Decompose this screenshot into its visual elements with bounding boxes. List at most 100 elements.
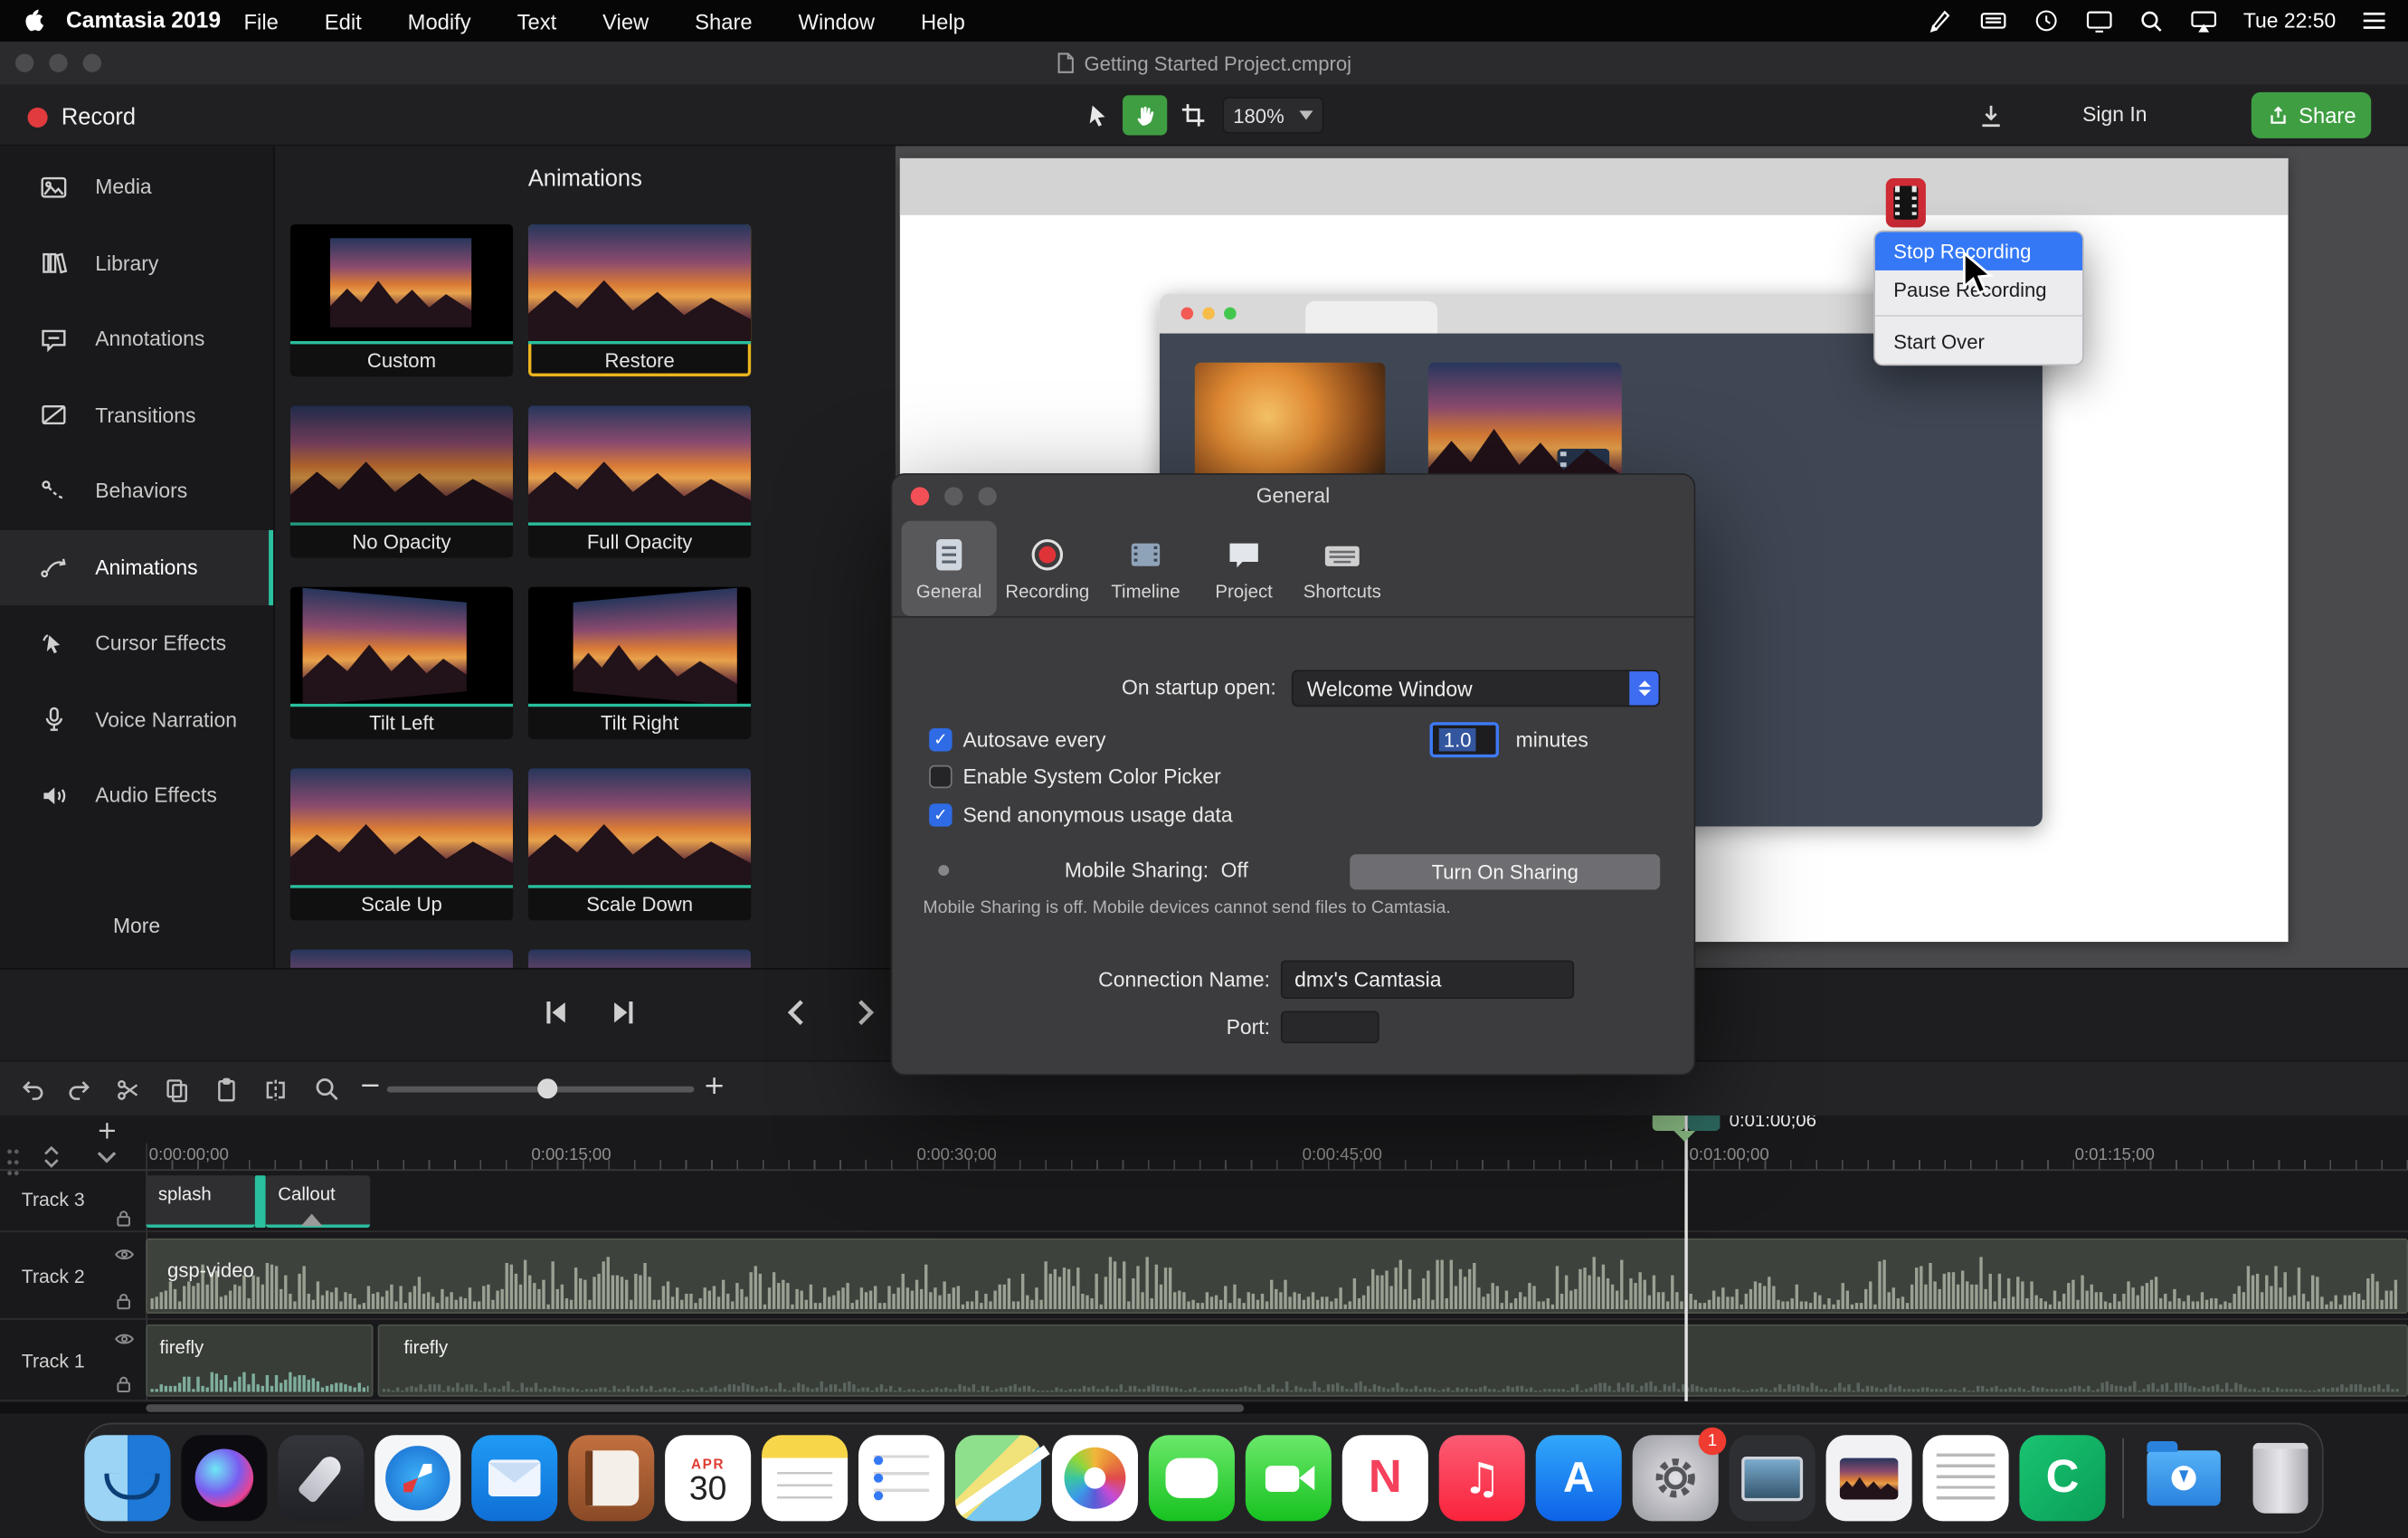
menubar-clock[interactable]: Tue 22:50 — [2243, 9, 2336, 32]
clip-firefly-2[interactable]: firefly — [378, 1324, 2408, 1397]
dock-downloads-folder-icon[interactable] — [2141, 1435, 2227, 1521]
dock-photos-icon[interactable] — [1052, 1435, 1138, 1521]
menu-file[interactable]: File — [221, 8, 301, 33]
sidebar-item-behaviors[interactable]: Behaviors — [0, 453, 273, 529]
recorder-tray-icon[interactable] — [1886, 178, 1926, 227]
dock-textedit-icon[interactable] — [1923, 1435, 2009, 1521]
crop-tool-button[interactable] — [1171, 95, 1215, 135]
sidebar-item-animations[interactable]: Animations — [0, 529, 273, 605]
menu-item-start-over[interactable]: Start Over — [1875, 323, 2082, 361]
window-zoom-button[interactable] — [83, 53, 101, 71]
dock-launchpad-icon[interactable] — [278, 1435, 364, 1521]
menu-edit[interactable]: Edit — [301, 8, 384, 33]
record-button[interactable]: Record — [28, 104, 136, 130]
paste-button[interactable] — [212, 1076, 241, 1105]
notification-center-icon[interactable] — [2362, 11, 2386, 31]
airplay-status-icon[interactable] — [2189, 8, 2217, 33]
zoom-in-button[interactable]: + — [704, 1071, 725, 1102]
turn-on-sharing-button[interactable]: Turn On Sharing — [1350, 854, 1660, 889]
menubar-app-name[interactable]: Camtasia 2019 — [66, 8, 221, 33]
sidebar-item-media[interactable]: Media — [0, 149, 273, 225]
usage-data-checkbox[interactable]: ✓ — [929, 803, 952, 826]
cursor-tool-button[interactable] — [1075, 95, 1119, 135]
autosave-checkbox[interactable]: ✓ — [929, 728, 952, 751]
autosave-minutes-input[interactable]: 1.0 — [1430, 722, 1499, 757]
copy-button[interactable] — [163, 1076, 192, 1105]
display-status-icon[interactable] — [2085, 8, 2113, 33]
dock-reminders-icon[interactable] — [858, 1435, 944, 1521]
cut-button[interactable] — [114, 1076, 143, 1105]
undo-button[interactable] — [18, 1076, 47, 1105]
animation-tile-partial[interactable] — [528, 950, 751, 968]
pan-hand-tool-button[interactable] — [1123, 95, 1167, 135]
jump-back-button[interactable] — [779, 994, 816, 1031]
dock-appstore-icon[interactable]: A — [1536, 1435, 1622, 1521]
animation-tile-full-opacity[interactable]: Full Opacity — [528, 405, 751, 557]
timeline-horizontal-scrollbar[interactable] — [0, 1403, 2408, 1414]
keyboard-status-icon[interactable] — [1979, 9, 2007, 32]
zoom-out-button[interactable]: − — [359, 1071, 381, 1102]
apple-menu-icon[interactable] — [22, 7, 44, 35]
eye-icon[interactable] — [114, 1331, 136, 1348]
sidebar-item-annotations[interactable]: Annotations — [0, 301, 273, 377]
animation-tile-scale-up[interactable]: Scale Up — [290, 768, 513, 920]
dock-notes-icon[interactable] — [762, 1435, 848, 1521]
dock-contacts-icon[interactable] — [568, 1435, 654, 1521]
dock-mail-icon[interactable] — [471, 1435, 557, 1521]
tab-recording[interactable]: Recording — [1000, 521, 1095, 616]
animation-tile-partial[interactable] — [290, 950, 513, 968]
connection-name-input[interactable]: dmx's Camtasia — [1281, 960, 1574, 998]
tab-general[interactable]: General — [902, 521, 997, 616]
next-frame-button[interactable] — [605, 994, 642, 1031]
tab-timeline[interactable]: Timeline — [1098, 521, 1193, 616]
playhead-marker-icon[interactable] — [1673, 1131, 1695, 1142]
zoom-slider-thumb[interactable] — [537, 1078, 557, 1098]
jump-forward-button[interactable] — [846, 994, 883, 1031]
lock-icon[interactable] — [114, 1291, 134, 1311]
zoom-level-dropdown[interactable]: 180% — [1222, 97, 1323, 134]
spotlight-search-icon[interactable] — [2138, 8, 2163, 33]
clip-firefly-1[interactable]: firefly — [146, 1324, 373, 1397]
sidebar-more-button[interactable]: More — [0, 914, 273, 936]
menu-help[interactable]: Help — [898, 8, 989, 33]
dock-trash-icon[interactable] — [2238, 1435, 2324, 1521]
animation-tile-tilt-left[interactable]: Tilt Left — [290, 587, 513, 739]
brush-status-icon[interactable] — [1927, 7, 1953, 33]
sign-in-button[interactable]: Sign In — [2082, 103, 2147, 126]
scrollbar-thumb[interactable] — [146, 1404, 1244, 1411]
animation-tile-tilt-right[interactable]: Tilt Right — [528, 587, 751, 739]
eye-icon[interactable] — [114, 1246, 136, 1263]
menu-window[interactable]: Window — [775, 8, 897, 33]
redo-button[interactable] — [64, 1076, 93, 1105]
dock-messages-icon[interactable] — [1149, 1435, 1235, 1521]
sidebar-item-cursor-effects[interactable]: Cursor Effects — [0, 605, 273, 681]
lock-icon[interactable] — [114, 1208, 134, 1228]
share-button[interactable]: Share — [2252, 92, 2371, 138]
sidebar-item-library[interactable]: Library — [0, 225, 273, 301]
dock-facetime-icon[interactable] — [1246, 1435, 1332, 1521]
keyframe-marker-icon[interactable] — [301, 1214, 323, 1227]
timeline-ruler[interactable]: 0:00:00;00 0:00:15;00 0:00:30;00 0:00:45… — [0, 1144, 2408, 1172]
dock-finder-icon[interactable] — [84, 1435, 170, 1521]
previous-frame-button[interactable] — [537, 994, 574, 1031]
lock-icon[interactable] — [114, 1373, 134, 1393]
menu-text[interactable]: Text — [494, 8, 580, 33]
window-titlebar[interactable]: Getting Started Project.cmproj — [0, 42, 2408, 85]
animation-tile-no-opacity[interactable]: No Opacity — [290, 405, 513, 557]
dock-maps-icon[interactable] — [955, 1435, 1041, 1521]
window-close-button[interactable] — [15, 53, 33, 71]
download-button[interactable] — [1972, 97, 2009, 134]
animation-tile-scale-down[interactable]: Scale Down — [528, 768, 751, 920]
tab-shortcuts[interactable]: Shortcuts — [1294, 521, 1389, 616]
sidebar-item-audio-effects[interactable]: Audio Effects — [0, 757, 273, 833]
clip-gsp-video[interactable]: gsp-video — [146, 1239, 2408, 1314]
port-input[interactable] — [1281, 1011, 1379, 1043]
animation-tile-custom[interactable]: Custom — [290, 224, 513, 376]
dock-safari-icon[interactable] — [374, 1435, 460, 1521]
dock-preview-icon[interactable] — [1826, 1435, 1912, 1521]
dock-music-icon[interactable]: ♫ — [1439, 1435, 1525, 1521]
playhead-line[interactable] — [1684, 1116, 1687, 1401]
menu-share[interactable]: Share — [672, 8, 775, 33]
dock-system-preferences-icon[interactable]: 1 — [1633, 1435, 1719, 1521]
dock-news-icon[interactable]: N — [1342, 1435, 1428, 1521]
